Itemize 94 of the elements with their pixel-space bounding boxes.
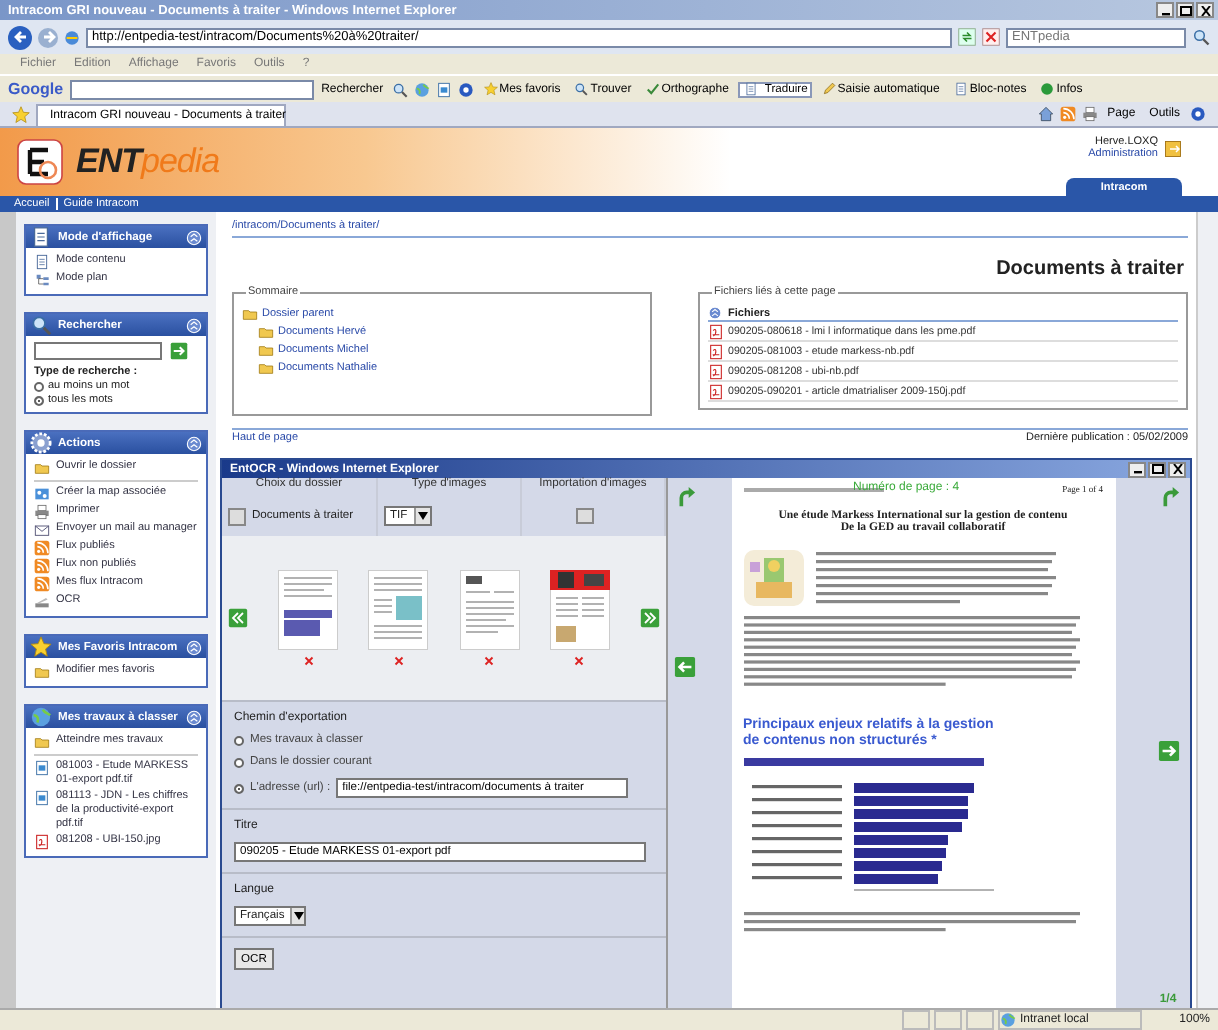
delete-icon [391,653,406,667]
image-file-icon [435,81,452,97]
status-pane [966,1010,994,1030]
scrollbar[interactable] [1196,212,1218,1008]
collapse-icon [186,229,202,245]
scanner-icon [34,594,50,610]
collapse-icon [708,306,722,320]
arrow-right-icon [39,28,57,46]
chart-bar [853,848,945,858]
arrow-left-icon [11,28,29,46]
chart-bar [853,822,961,832]
minimize-button[interactable] [1156,2,1174,18]
search-icon [391,81,408,97]
search-field[interactable] [34,342,162,360]
category-label-lines [751,785,841,880]
refresh-icon [958,28,976,46]
pdf-file-icon [708,364,724,380]
chart-bar [853,861,941,871]
radio-button[interactable] [34,395,44,405]
tree-icon [34,272,50,288]
page-title: Documents à traiter [994,256,1186,280]
document-thumbnail[interactable] [278,569,339,649]
radio-button[interactable] [234,735,244,745]
star-icon [483,82,498,96]
close-icon [1171,464,1183,474]
globe-icon [413,81,430,97]
pdf-file-icon [34,834,50,850]
chart-bar [853,809,967,819]
document-thumbnail[interactable] [549,569,610,649]
back-button[interactable] [8,25,32,49]
double-arrow-right-icon [639,608,660,628]
pdf-file-icon [708,324,724,340]
maximize-button[interactable] [1176,2,1194,18]
globe-icon [30,706,52,728]
chart-bar [853,874,937,884]
collapse-icon [186,317,202,333]
document-thumbnail[interactable] [368,569,429,649]
star-icon [30,636,52,658]
pdf-file-icon [708,344,724,360]
delete-icon [482,653,497,667]
map-icon [34,486,50,502]
status-pane [902,1010,930,1030]
arrow-right-icon [1157,740,1179,762]
arrow-right-icon [170,342,188,360]
collapse-icon [186,639,202,655]
globe-icon [1000,1012,1016,1028]
home-icon [1037,106,1054,122]
import-button[interactable] [576,508,594,524]
google-logo: Google [8,80,64,98]
search-icon [574,82,589,96]
close-button[interactable] [1196,2,1214,18]
minimize-button[interactable] [1128,461,1146,477]
circle-icon [1040,82,1055,96]
close-icon [1199,5,1211,15]
printer-icon [34,504,50,520]
dropdown-arrow-icon [293,912,304,920]
arrow-left-icon [673,656,695,678]
folder-icon [34,460,50,476]
google-search-field[interactable] [69,79,314,99]
radio-button[interactable] [234,757,244,767]
maximize-icon [1151,464,1163,474]
envelope-icon [34,522,50,538]
close-button[interactable] [1168,461,1186,477]
double-arrow-left-icon [228,608,248,628]
search-icon [30,314,52,336]
maximize-icon [1179,5,1191,15]
logo-icon [16,138,64,186]
document-thumbnail[interactable] [459,569,520,649]
collapse-icon [186,435,202,451]
pencil-icon [821,82,836,96]
rss-icon [1059,106,1076,122]
chart-bar [853,783,973,793]
exit-icon [1164,139,1182,157]
chart-bar [853,796,967,806]
folder-icon [34,664,50,680]
radio-button[interactable] [234,783,244,793]
folder-checkbox[interactable] [228,507,246,525]
radio-button[interactable] [34,381,44,391]
chart-bar [853,835,947,845]
maximize-button[interactable] [1148,461,1166,477]
search-icon [1192,28,1210,46]
stop-icon [982,28,1000,46]
star-icon [12,105,30,123]
status-pane [934,1010,962,1030]
site-logo: ENTpedia [76,142,220,182]
collapse-icon [186,709,202,725]
check-icon [645,82,660,96]
delete-icon [301,653,316,667]
pdf-file-icon [708,384,724,400]
chart-axis [852,889,994,891]
delete-icon [572,653,587,667]
printer-icon [1081,106,1098,122]
dropdown-arrow-icon [417,512,428,520]
folder-icon [34,734,50,750]
